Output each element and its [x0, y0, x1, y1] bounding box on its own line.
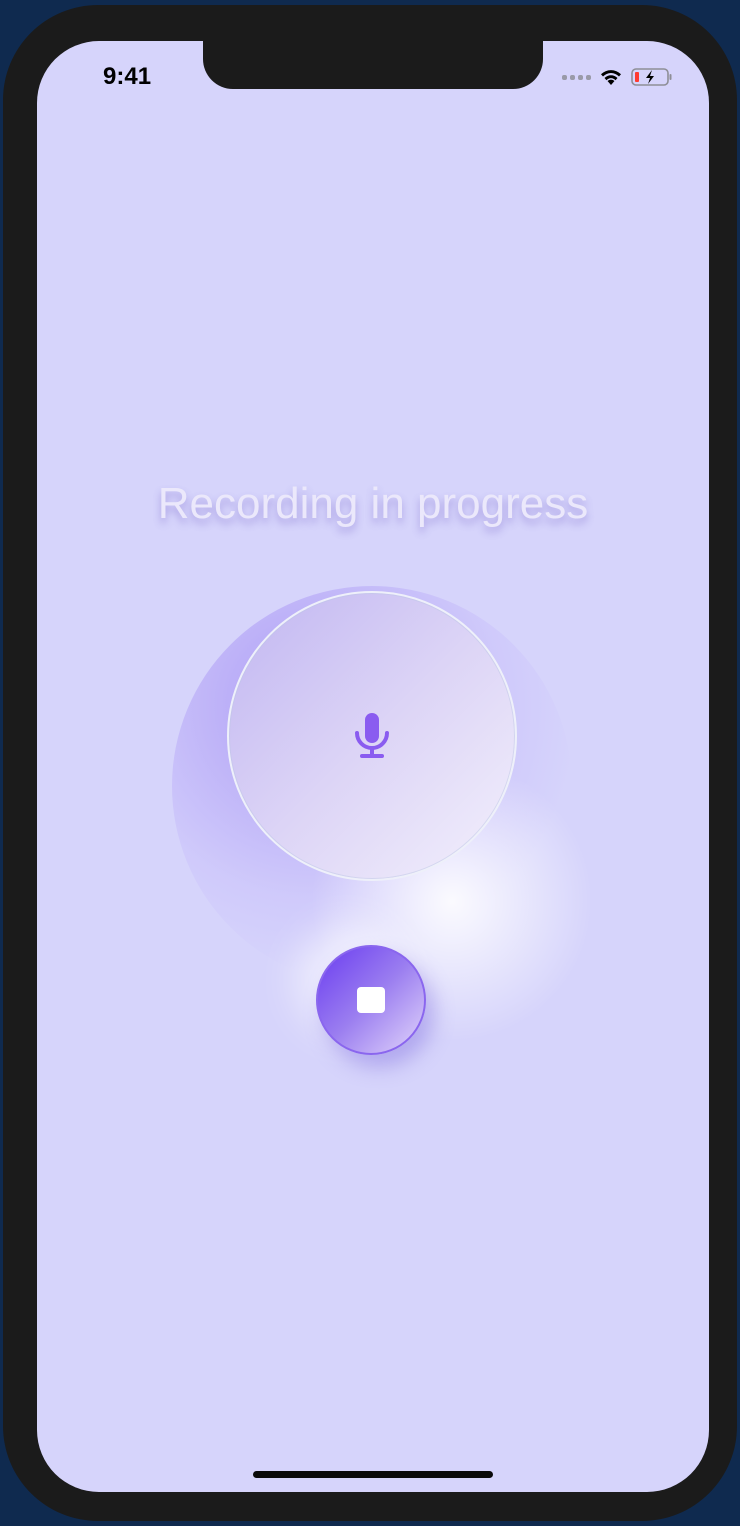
home-indicator[interactable]	[253, 1471, 493, 1478]
status-icons	[562, 67, 673, 87]
battery-charging-icon	[631, 68, 672, 86]
microphone-icon	[355, 713, 389, 758]
device-frame: 9:41 Recording in progress	[3, 5, 737, 1521]
stop-icon	[357, 987, 385, 1013]
recording-status-title: Recording in progress	[157, 479, 589, 528]
wifi-icon	[601, 70, 621, 85]
stop-recording-button[interactable]	[316, 945, 426, 1055]
mic-circle[interactable]	[227, 591, 517, 881]
notch	[203, 41, 543, 89]
screen: 9:41 Recording in progress	[37, 41, 709, 1492]
signal-icon	[562, 74, 591, 80]
status-time: 9:41	[103, 63, 152, 90]
